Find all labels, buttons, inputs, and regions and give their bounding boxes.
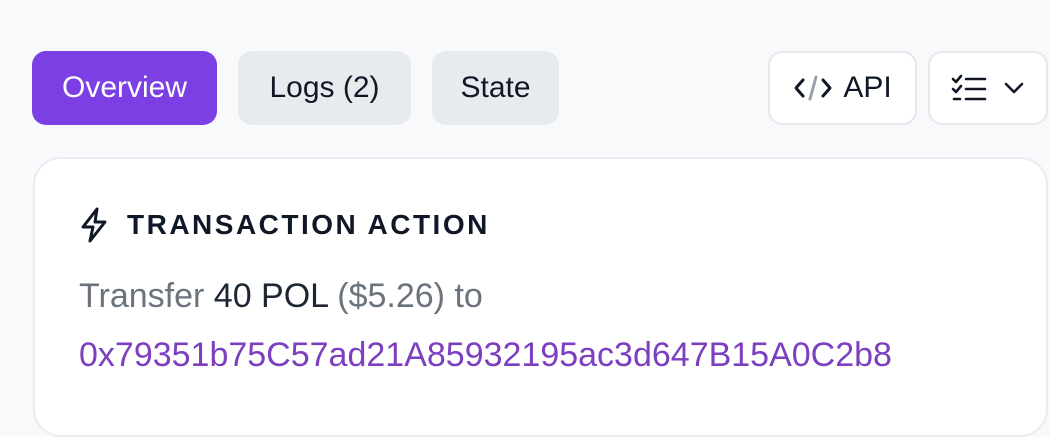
action-fiat-value: ($5.26) bbox=[337, 277, 446, 315]
lightning-bolt-icon bbox=[79, 207, 109, 243]
checklist-icon bbox=[951, 73, 987, 103]
code-icon bbox=[793, 73, 833, 103]
action-summary: Transfer 40 POL ($5.26) to bbox=[79, 277, 483, 316]
api-button[interactable]: API bbox=[768, 51, 917, 125]
action-verb: Transfer bbox=[79, 277, 205, 315]
recipient-address-link[interactable]: 0x79351b75C57ad21A85932195ac3d647B15A0C2… bbox=[79, 336, 892, 375]
tab-state[interactable]: State bbox=[432, 51, 559, 125]
tab-state-label: State bbox=[460, 71, 531, 104]
chevron-down-icon bbox=[1003, 81, 1025, 95]
card-header: TRANSACTION ACTION bbox=[79, 207, 490, 243]
tab-logs-label: Logs (2) bbox=[269, 71, 380, 104]
card-title: TRANSACTION ACTION bbox=[127, 209, 490, 240]
transaction-action-card: TRANSACTION ACTION Transfer 40 POL ($5.2… bbox=[33, 157, 1048, 437]
action-preposition: to bbox=[454, 277, 483, 315]
api-button-label: API bbox=[843, 71, 892, 104]
view-options-button[interactable] bbox=[928, 51, 1048, 125]
tab-overview[interactable]: Overview bbox=[32, 51, 217, 125]
action-amount: 40 POL bbox=[213, 277, 328, 315]
tab-logs[interactable]: Logs (2) bbox=[238, 51, 411, 125]
tab-overview-label: Overview bbox=[61, 71, 188, 104]
